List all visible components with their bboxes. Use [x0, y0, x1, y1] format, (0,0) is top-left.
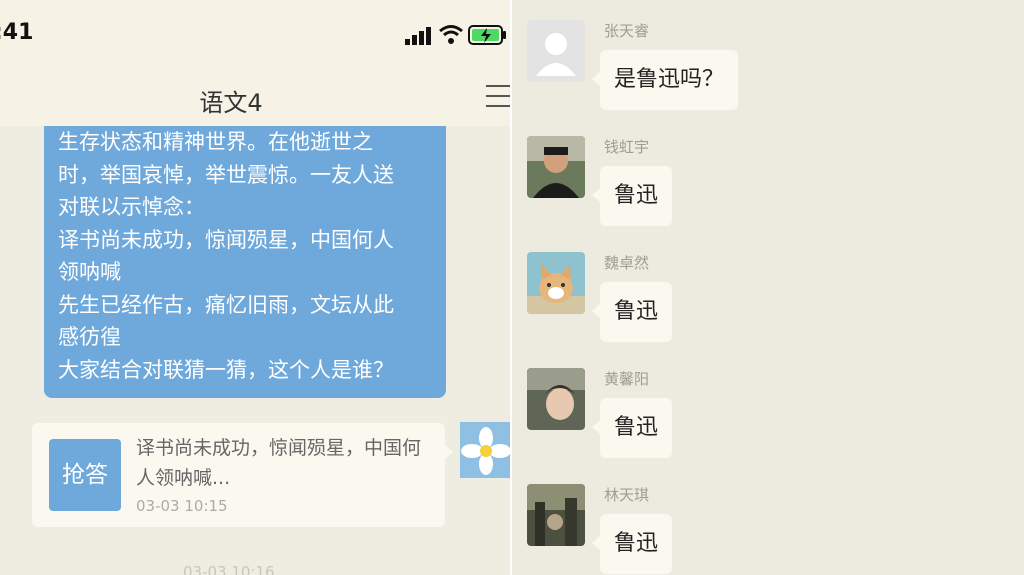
question-line: 感彷徨: [58, 325, 121, 349]
chat-header: 语文4: [0, 68, 512, 126]
reply-message: 黄馨阳 鲁迅: [512, 348, 1024, 464]
status-bar: :41: [0, 0, 512, 68]
next-message-time: 03-03 10:16: [183, 563, 275, 575]
status-time: :41: [0, 20, 34, 45]
signal-icon: [405, 27, 431, 45]
reply-message: 张天睿 是鲁迅吗？: [512, 0, 1024, 116]
reply-bubble[interactable]: 鲁迅: [591, 166, 673, 226]
reply-message: 钱虹宇 鲁迅: [512, 116, 1024, 232]
street-avatar[interactable]: [527, 484, 585, 546]
question-line: 生存状态和精神世界。在他逝世之: [58, 130, 373, 154]
right-replies-screen: 张天睿 是鲁迅吗？ 钱虹宇 鲁迅 魏卓然 鲁迅 黄馨阳 鲁迅 林天琪 鲁迅: [512, 0, 1024, 575]
question-line: 对联以示悼念：: [58, 195, 205, 219]
flower-avatar[interactable]: [460, 422, 512, 478]
sender-name: 张天睿: [604, 22, 650, 40]
child-avatar[interactable]: [527, 368, 585, 430]
reply-bubble[interactable]: 是鲁迅吗？: [591, 50, 739, 110]
chat-title: 语文4: [199, 89, 263, 117]
question-message-bubble[interactable]: 生存状态和精神世界。在他逝世之 时，举国哀悼，举世震惊。一友人送 对联以示悼念：…: [44, 126, 446, 398]
sender-name: 钱虹宇: [604, 138, 650, 156]
reply-bubble[interactable]: 鲁迅: [591, 514, 673, 574]
answer-card-text: 译书尚未成功，惊闻殒星，中国何人领呐喊...: [136, 437, 422, 489]
quick-answer-button[interactable]: 抢答: [49, 439, 121, 511]
left-chat-screen: 生存状态和精神世界。在他逝世之 时，举国哀悼，举世震惊。一友人送 对联以示悼念：…: [0, 0, 512, 575]
question-line: 大家结合对联猜一猜，这个人是谁？: [58, 357, 394, 382]
answer-card-time: 03-03 10:15: [136, 497, 228, 515]
question-line: 领呐喊: [58, 260, 121, 284]
boy-avatar[interactable]: [527, 136, 585, 198]
default-avatar-icon[interactable]: [527, 20, 585, 82]
question-line: 译书尚未成功，惊闻殒星，中国何人: [58, 227, 394, 252]
sender-name: 魏卓然: [604, 254, 650, 272]
answer-card[interactable]: 抢答 译书尚未成功，惊闻殒星，中国何人领呐喊... 03-03 10:15: [32, 423, 453, 527]
menu-icon[interactable]: [486, 85, 512, 107]
sender-name: 黄馨阳: [604, 370, 650, 388]
question-line: 先生已经作古，痛忆旧雨，文坛从此: [58, 292, 394, 317]
reply-bubble[interactable]: 鲁迅: [591, 282, 673, 342]
reply-bubble[interactable]: 鲁迅: [591, 398, 673, 458]
sender-name: 林天琪: [604, 486, 650, 504]
wifi-icon: [439, 25, 463, 44]
reply-message: 林天琪 鲁迅: [512, 464, 1024, 575]
cat-avatar[interactable]: [527, 252, 585, 314]
question-line: 时，举国哀悼，举世震惊。一友人送: [58, 162, 394, 187]
battery-charging-icon: [468, 25, 506, 45]
reply-message: 魏卓然 鲁迅: [512, 232, 1024, 348]
